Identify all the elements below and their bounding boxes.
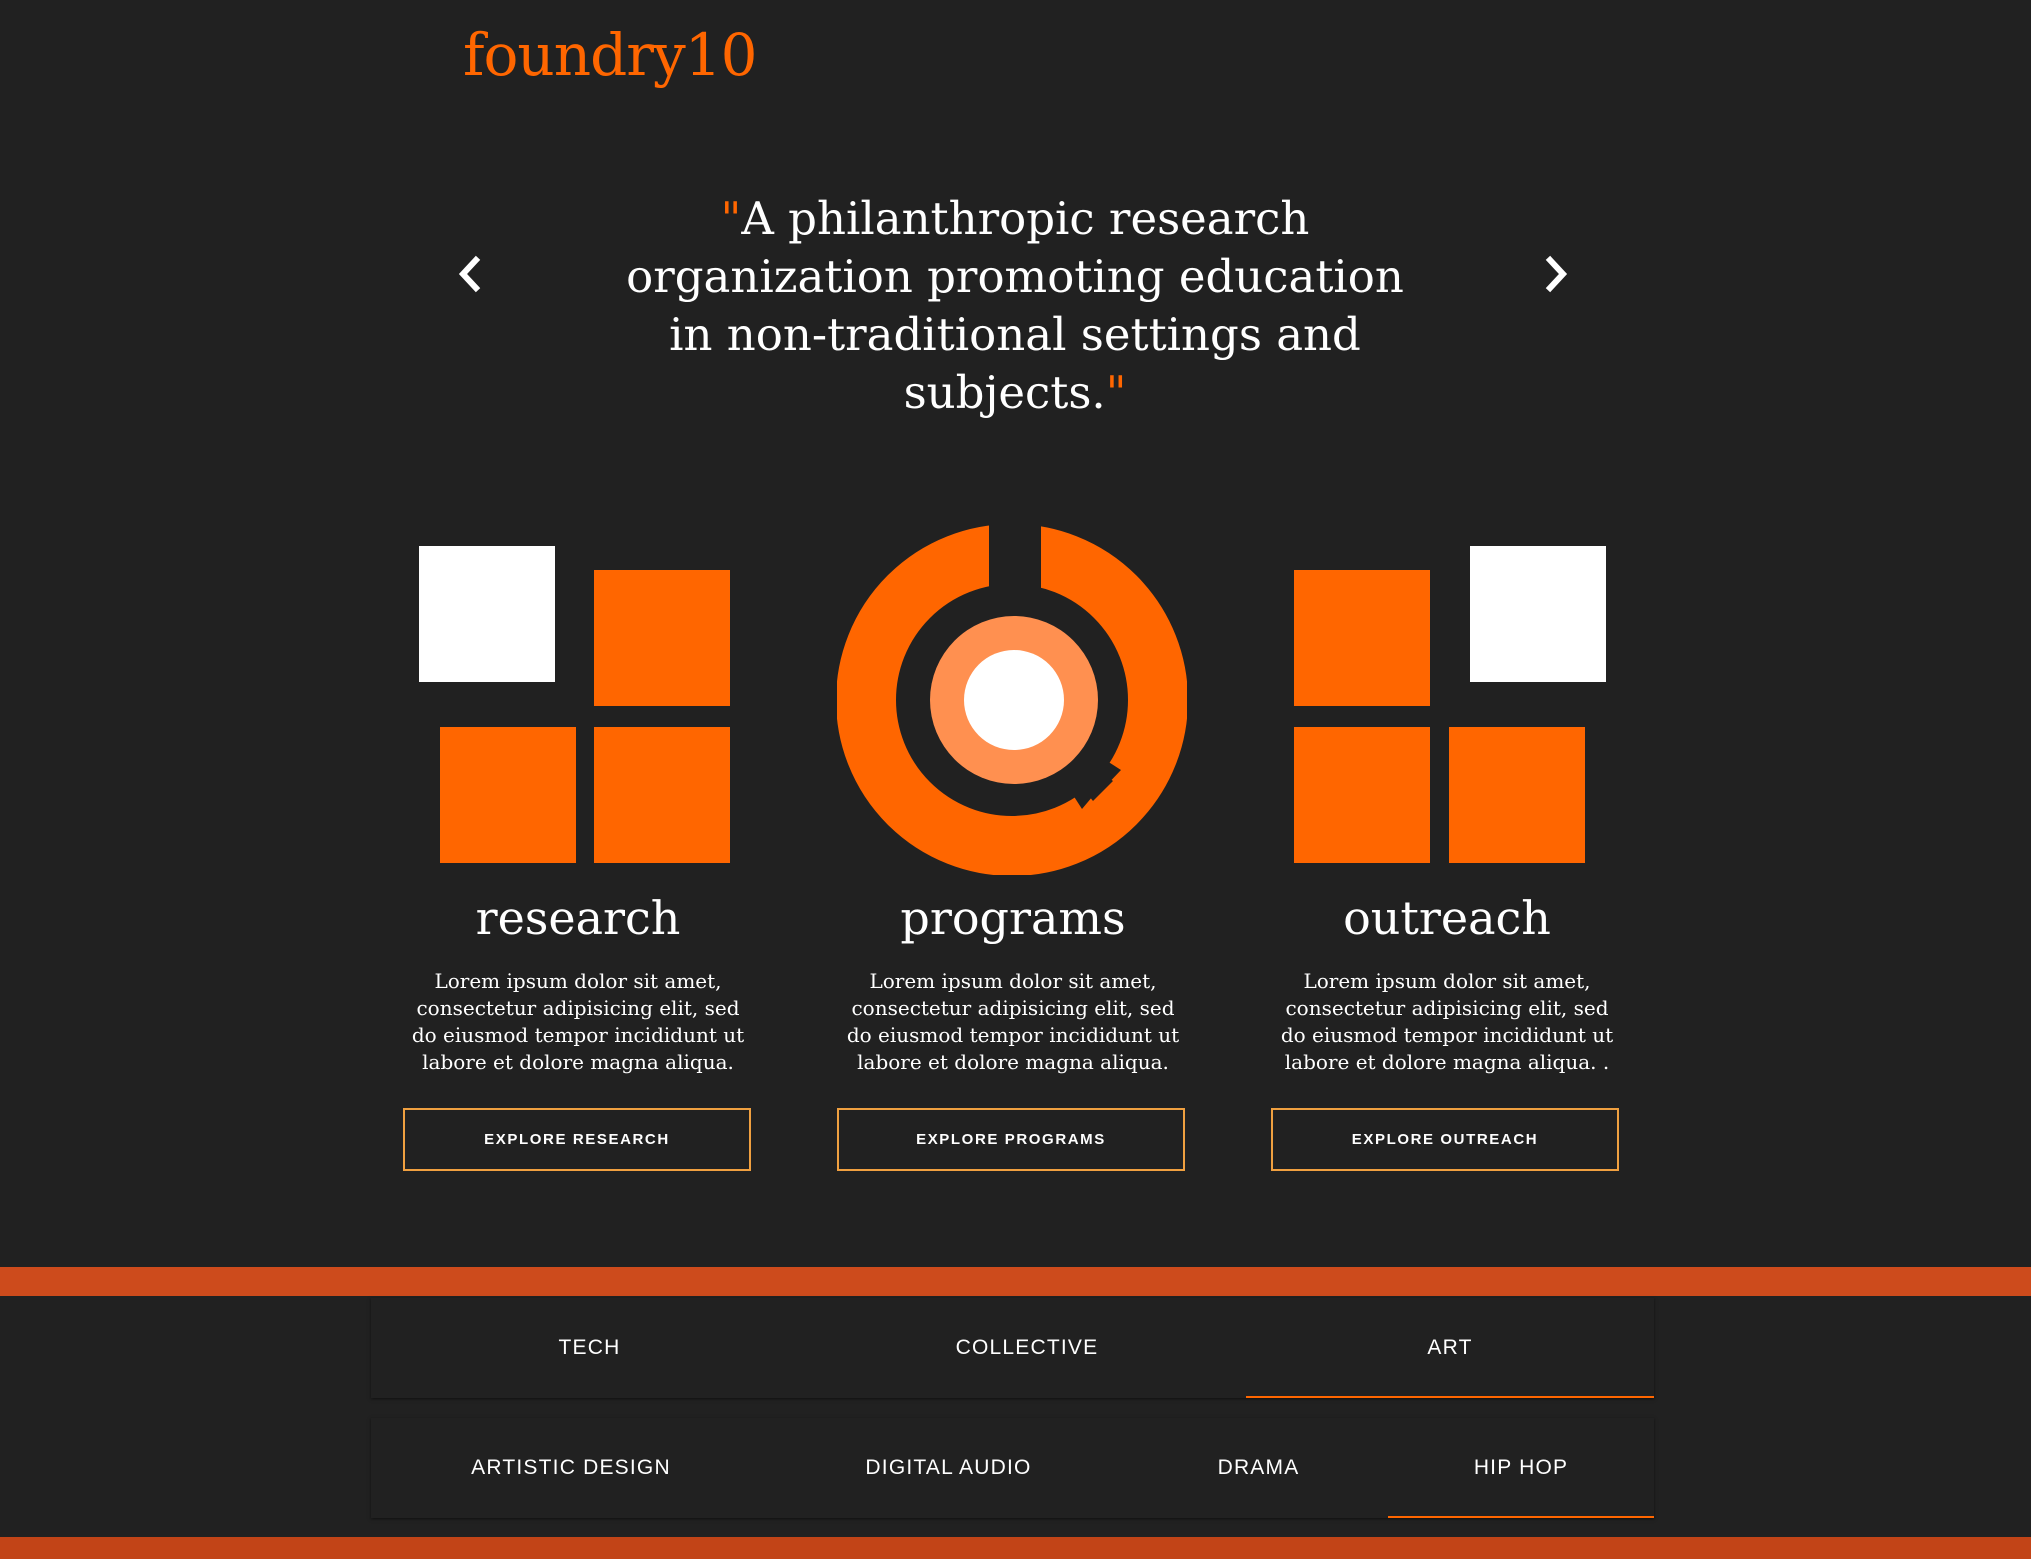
explore-programs-button[interactable]: EXPLORE PROGRAMS: [837, 1108, 1185, 1171]
programs-target-icon: [836, 524, 1188, 876]
outreach-squares-icon: [1294, 546, 1606, 863]
primary-tab-bar: TECH COLLECTIVE ART: [371, 1298, 1654, 1398]
accent-band-top: [0, 1267, 2031, 1296]
tab-digital-audio[interactable]: DIGITAL AUDIO: [771, 1418, 1126, 1518]
tab-collective[interactable]: COLLECTIVE: [808, 1298, 1246, 1398]
carousel-next-button[interactable]: [1536, 250, 1576, 298]
feature-description-research: Lorem ipsum dolor sit amet, consectetur …: [411, 969, 745, 1074]
research-squares-icon: [419, 546, 730, 863]
tab-hip-hop[interactable]: HIP HOP: [1388, 1418, 1654, 1518]
quote-close-mark: ": [1105, 366, 1127, 419]
feature-title-programs: programs: [900, 891, 1126, 945]
carousel-prev-button[interactable]: [450, 250, 490, 298]
tab-artistic-design[interactable]: ARTISTIC DESIGN: [371, 1418, 771, 1518]
feature-description-outreach: Lorem ipsum dolor sit amet, consectetur …: [1280, 969, 1614, 1074]
explore-research-button[interactable]: EXPLORE RESEARCH: [403, 1108, 751, 1171]
tab-art[interactable]: ART: [1246, 1298, 1654, 1398]
hero-quote: "A philanthropic research organization p…: [600, 190, 1430, 422]
feature-description-programs: Lorem ipsum dolor sit amet, consectetur …: [846, 969, 1180, 1074]
tab-tech[interactable]: TECH: [371, 1298, 808, 1398]
feature-title-research: research: [475, 891, 681, 945]
site-logo[interactable]: foundry10: [463, 26, 758, 84]
tab-drama[interactable]: DRAMA: [1126, 1418, 1391, 1518]
feature-title-outreach: outreach: [1343, 891, 1551, 945]
quote-text: A philanthropic research organization pr…: [626, 192, 1404, 419]
accent-band-bottom: [0, 1537, 2031, 1559]
quote-open-mark: ": [720, 192, 742, 245]
chevron-left-icon: [458, 255, 481, 293]
secondary-tab-bar: ARTISTIC DESIGN DIGITAL AUDIO DRAMA HIP …: [371, 1418, 1654, 1518]
explore-outreach-button[interactable]: EXPLORE OUTREACH: [1271, 1108, 1619, 1171]
chevron-right-icon: [1545, 255, 1568, 293]
